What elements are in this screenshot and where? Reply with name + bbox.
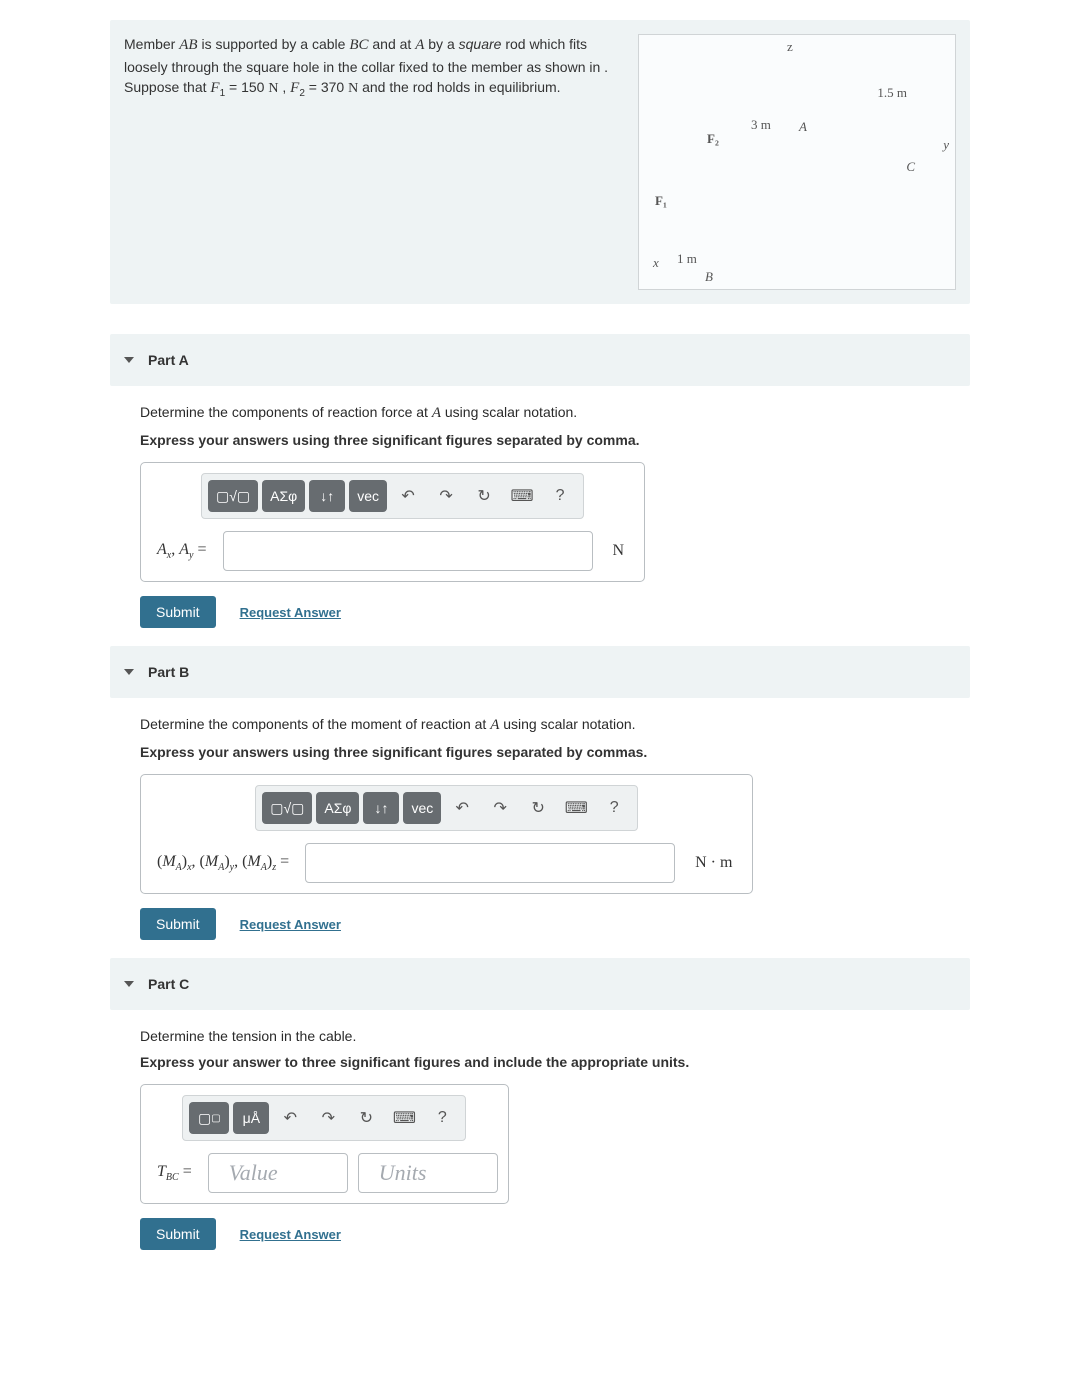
subsup-button[interactable]: ↓↑	[309, 480, 345, 512]
undo-icon[interactable]: ↶	[273, 1102, 307, 1134]
part-a-toolbar: ▢√▢ ΑΣφ ↓↑ vec ↶ ↷ ↻ ⌨ ?	[201, 473, 584, 519]
part-a-header[interactable]: Part A	[110, 334, 970, 386]
dim-1m: 1 m	[677, 251, 697, 267]
part-a-title: Part A	[148, 352, 189, 368]
point-C: C	[906, 159, 915, 175]
help-icon[interactable]: ?	[425, 1102, 459, 1134]
reset-icon[interactable]: ↻	[521, 792, 555, 824]
part-b-prompt: Determine the components of the moment o…	[140, 716, 940, 734]
request-answer-link[interactable]: Request Answer	[240, 1227, 341, 1242]
keyboard-icon[interactable]: ⌨	[387, 1102, 421, 1134]
greek-button[interactable]: ΑΣφ	[262, 480, 305, 512]
point-A: A	[799, 119, 807, 135]
part-b-header[interactable]: Part B	[110, 646, 970, 698]
greek-button[interactable]: ΑΣφ	[316, 792, 359, 824]
part-c-units-input[interactable]: Units	[358, 1153, 498, 1193]
redo-icon[interactable]: ↷	[483, 792, 517, 824]
part-b-title: Part B	[148, 664, 189, 680]
help-icon[interactable]: ?	[543, 480, 577, 512]
vec-button[interactable]: vec	[349, 480, 387, 512]
problem-diagram: z y x 1.5 m 3 m 1 m A B C F₂ F₁	[638, 34, 956, 290]
part-a-instructions: Express your answers using three signifi…	[140, 432, 940, 448]
subsup-button[interactable]: ↓↑	[363, 792, 399, 824]
part-c-body: Determine the tension in the cable. Expr…	[110, 1010, 970, 1268]
submit-button[interactable]: Submit	[140, 596, 216, 628]
part-a-unit: N	[603, 542, 635, 560]
redo-icon[interactable]: ↷	[311, 1102, 345, 1134]
part-c-prompt: Determine the tension in the cable.	[140, 1028, 940, 1044]
part-a-answer-input[interactable]	[223, 531, 593, 571]
axis-z: z	[787, 39, 793, 55]
redo-icon[interactable]: ↷	[429, 480, 463, 512]
part-a-prompt: Determine the components of reaction for…	[140, 404, 940, 422]
dim-1.5m: 1.5 m	[877, 85, 907, 101]
part-b-unit: N · m	[685, 854, 742, 872]
request-answer-link[interactable]: Request Answer	[240, 605, 341, 620]
units-button[interactable]: μÅ	[233, 1102, 269, 1134]
caret-down-icon	[124, 669, 134, 675]
part-c-toolbar: ▢▢ μÅ ↶ ↷ ↻ ⌨ ?	[182, 1095, 466, 1141]
reset-icon[interactable]: ↻	[467, 480, 501, 512]
dim-3m: 3 m	[751, 117, 771, 133]
templates-button[interactable]: ▢▢	[189, 1102, 229, 1134]
part-b-answer-box: ▢√▢ ΑΣφ ↓↑ vec ↶ ↷ ↻ ⌨ ? (MA)x, (MA)y, (…	[140, 774, 753, 894]
undo-icon[interactable]: ↶	[391, 480, 425, 512]
part-b-answer-input[interactable]	[305, 843, 675, 883]
submit-button[interactable]: Submit	[140, 908, 216, 940]
caret-down-icon	[124, 981, 134, 987]
submit-button[interactable]: Submit	[140, 1218, 216, 1250]
part-b-body: Determine the components of the moment o…	[110, 698, 970, 958]
part-c-var-label: TBC =	[151, 1163, 198, 1183]
force-F1: F₁	[655, 193, 667, 209]
part-b-toolbar: ▢√▢ ΑΣφ ↓↑ vec ↶ ↷ ↻ ⌨ ?	[255, 785, 638, 831]
part-c-title: Part C	[148, 976, 189, 992]
part-c-value-input[interactable]: Value	[208, 1153, 348, 1193]
templates-button[interactable]: ▢√▢	[208, 480, 258, 512]
part-a-body: Determine the components of reaction for…	[110, 386, 970, 646]
part-c-header[interactable]: Part C	[110, 958, 970, 1010]
part-b-var-label: (MA)x, (MA)y, (MA)z =	[151, 853, 295, 873]
part-a-answer-box: ▢√▢ ΑΣφ ↓↑ vec ↶ ↷ ↻ ⌨ ? Ax, Ay = N	[140, 462, 645, 582]
undo-icon[interactable]: ↶	[445, 792, 479, 824]
part-c-answer-box: ▢▢ μÅ ↶ ↷ ↻ ⌨ ? TBC = Value Units	[140, 1084, 509, 1204]
point-B: B	[705, 269, 713, 285]
axis-y: y	[943, 137, 949, 153]
part-c-instructions: Express your answer to three significant…	[140, 1054, 940, 1070]
keyboard-icon[interactable]: ⌨	[505, 480, 539, 512]
caret-down-icon	[124, 357, 134, 363]
help-icon[interactable]: ?	[597, 792, 631, 824]
templates-button[interactable]: ▢√▢	[262, 792, 312, 824]
axis-x: x	[653, 255, 659, 271]
part-a-var-label: Ax, Ay =	[151, 541, 213, 561]
vec-button[interactable]: vec	[403, 792, 441, 824]
problem-statement: z y x 1.5 m 3 m 1 m A B C F₂ F₁ Member A…	[110, 20, 970, 304]
part-b-instructions: Express your answers using three signifi…	[140, 744, 940, 760]
force-F2: F₂	[707, 131, 719, 147]
keyboard-icon[interactable]: ⌨	[559, 792, 593, 824]
reset-icon[interactable]: ↻	[349, 1102, 383, 1134]
request-answer-link[interactable]: Request Answer	[240, 917, 341, 932]
